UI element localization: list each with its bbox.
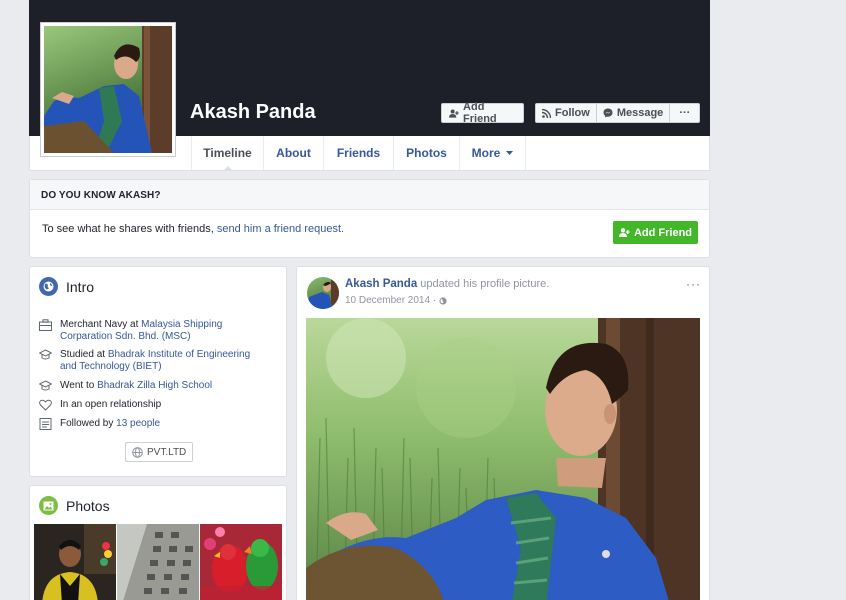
add-friend-label: Add Friend [463,101,497,125]
photo-thumbnail-image [200,524,282,600]
do-you-know-heading: DO YOU KNOW AKASH? [30,180,709,210]
messenger-icon [603,108,613,118]
intro-header: Intro [39,277,94,296]
tab-timeline[interactable]: Timeline [191,136,264,171]
briefcase-icon [39,319,52,331]
post-header: Akash Panda updated his profile picture. [345,278,549,290]
intro-row-relationship: In an open relationship [39,399,161,411]
intro-row-school: Went to Bhadrak Zilla High School [39,380,212,392]
follow-button[interactable]: Follow [535,103,597,123]
intro-title: Intro [66,278,95,295]
photo-thumbnail-image [34,524,116,600]
post-photo-image [306,318,700,600]
globe-icon [132,446,143,458]
photos-title: Photos [66,497,110,514]
post-photo[interactable] [306,318,700,600]
tab-more[interactable]: More [460,136,526,170]
post-card: Akash Panda updated his profile picture.… [296,266,710,600]
rss-icon [542,108,551,118]
photo-thumbnail[interactable] [117,524,199,600]
post-date-text[interactable]: 10 December 2014 · [345,295,436,306]
graduation-cap-icon [39,349,52,360]
avatar-image [307,277,339,309]
do-you-know-card: DO YOU KNOW AKASH? To see what he shares… [29,179,710,258]
send-friend-request-link[interactable]: send him a friend request. [217,223,344,235]
do-you-know-text: To see what he shares with friends, send… [42,223,344,235]
intro-row-followers: Followed by 13 people [39,418,160,430]
photo-thumbnail[interactable] [34,524,116,600]
profile-name[interactable]: Akash Panda [190,101,316,124]
tab-photos[interactable]: Photos [394,136,460,170]
post-action: updated his profile picture. [417,278,550,290]
post-author-avatar[interactable] [307,277,339,309]
photo-thumbnail[interactable] [200,524,282,600]
photos-card: Photos [29,485,287,600]
follow-label: Follow [555,107,590,119]
message-label: Message [616,107,664,119]
public-globe-icon[interactable] [439,296,447,305]
add-friend-green-button[interactable]: Add Friend [613,221,698,244]
college-prefix: Studied at [60,349,108,360]
message-button[interactable]: Message [596,103,671,123]
post-date: 10 December 2014 · [345,295,447,306]
add-friend-green-label: Add Friend [633,226,693,239]
website-badge[interactable]: PVT.LTD [125,442,194,462]
post-author-link[interactable]: Akash Panda [345,278,417,290]
intro-row-work: Merchant Navy at Malaysia Shipping Corpa… [39,319,239,343]
more-options-button[interactable]: ··· [670,103,701,123]
profile-picture[interactable] [40,22,176,157]
tab-more-label: More [471,146,501,160]
add-friend-button[interactable]: Add Friend [441,101,524,125]
photo-icon [39,496,58,515]
school-prefix: Went to [60,380,98,391]
heart-icon [39,399,52,411]
photo-thumbnail-image [117,524,199,600]
tab-about[interactable]: About [264,136,324,170]
work-prefix: Merchant Navy at [60,319,142,330]
intro-card: Intro Merchant Navy at Malaysia Shipping… [29,266,287,477]
tab-friends[interactable]: Friends [324,136,394,170]
relationship-text: In an open relationship [60,399,162,410]
followers-prefix: Followed by [60,418,117,429]
profile-action-group: Follow Message ··· [535,103,701,123]
add-friend-icon [449,108,459,118]
more-dots-icon: ··· [679,107,691,119]
website-label: PVT.LTD [147,446,187,458]
globe-icon [39,277,58,296]
post-options-button[interactable]: ··· [686,277,701,291]
do-you-know-prefix: To see what he shares with friends, [42,223,217,235]
followers-icon [39,418,52,430]
school-link[interactable]: Bhadrak Zilla High School [97,380,212,391]
intro-row-college: Studied at Bhadrak Institute of Engineer… [39,349,269,373]
photos-header: Photos [39,496,110,515]
followers-link[interactable]: 13 people [116,418,160,429]
add-friend-icon [618,228,630,237]
chevron-down-icon [506,151,514,155]
profile-photo-image [44,26,172,153]
graduation-cap-icon [39,380,52,391]
